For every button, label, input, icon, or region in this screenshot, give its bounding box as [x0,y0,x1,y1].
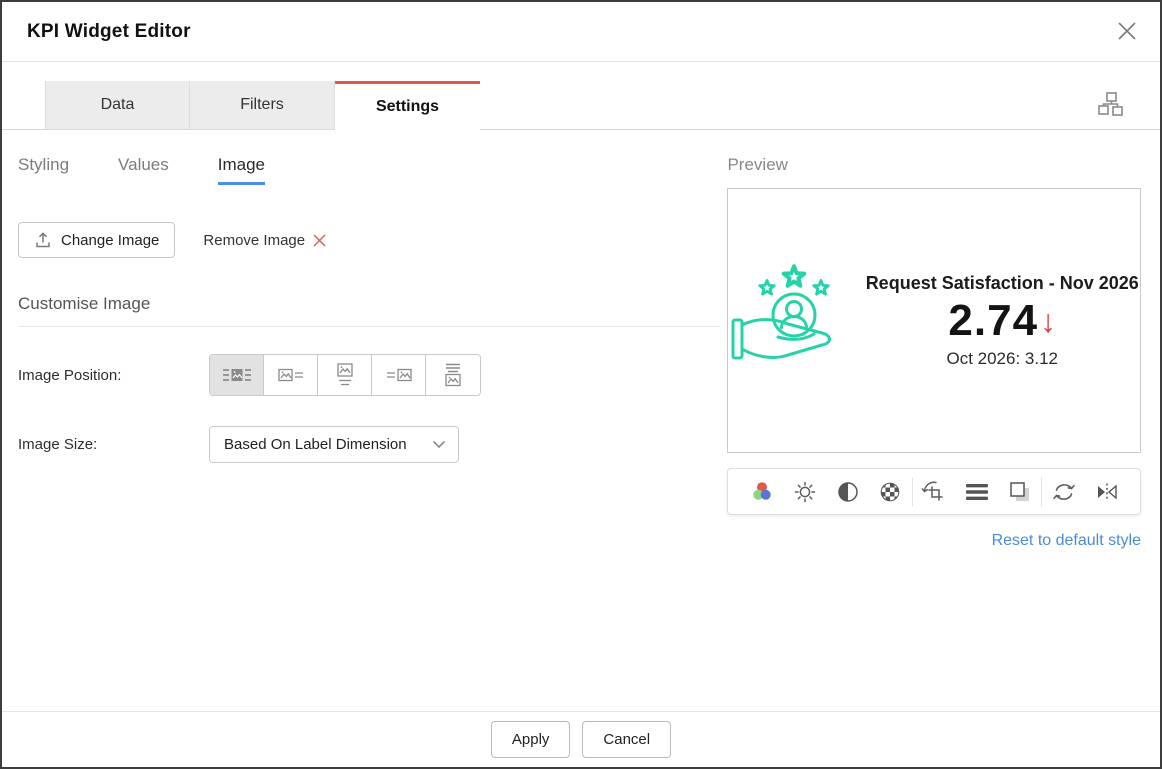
settings-subtabs: Styling Values Image [18,155,727,185]
remove-x-icon [312,233,327,248]
position-image-left-text-right[interactable] [264,355,318,395]
kpi-previous-value: Oct 2026: 3.12 [946,348,1058,368]
kpi-text-block: Request Satisfaction - Nov 2026 2.74 ↓ O… [866,273,1139,369]
subtab-image[interactable]: Image [217,155,265,185]
reset-to-default-style-link[interactable]: Reset to default style [727,532,1141,550]
main-tab-bar: Data Filters Settings [2,81,1160,130]
dialog-header: KPI Widget Editor [2,2,1160,62]
contrast-icon[interactable] [826,480,869,504]
chevron-down-icon [432,440,446,449]
customise-image-heading: Customise Image [18,294,720,327]
change-image-button[interactable]: Change Image [18,222,176,258]
tab-filters[interactable]: Filters [190,81,335,129]
subtab-values[interactable]: Values [118,155,169,185]
image-position-row: Image Position: [18,354,727,396]
texture-icon[interactable] [869,480,912,504]
image-size-row: Image Size: Based On Label Dimension [18,426,727,463]
remove-image-button[interactable]: Remove Image [203,232,327,249]
subtab-styling[interactable]: Styling [18,155,69,185]
preview-label: Preview [727,155,788,174]
position-image-top-text-bottom[interactable] [318,355,372,395]
brightness-icon[interactable] [783,480,826,504]
settings-panel: Styling Values Image Change Image Remove… [2,130,727,550]
kpi-widget-editor-dialog: KPI Widget Editor Data Filters Settings … [0,0,1162,769]
image-edit-toolbar [727,468,1141,515]
line-thickness-icon[interactable] [956,481,999,503]
remove-image-label: Remove Image [203,231,306,249]
preview-panel: Preview Request Satisfaction - Nov 2026 … [727,130,1160,550]
close-icon[interactable] [1114,18,1140,44]
upload-icon [34,231,52,249]
reset-sync-icon[interactable] [1042,480,1085,504]
dialog-footer: Apply Cancel [2,711,1160,767]
sitemap-icon[interactable] [1097,91,1124,117]
dialog-content: Styling Values Image Change Image Remove… [2,130,1160,550]
kpi-value: 2.74 [948,295,1039,345]
tab-data[interactable]: Data [45,81,190,129]
cancel-button[interactable]: Cancel [582,721,672,758]
kpi-widget: Request Satisfaction - Nov 2026 2.74 ↓ O… [730,263,1139,379]
image-size-value: Based On Label Dimension [224,436,407,453]
trend-down-arrow-icon: ↓ [1040,302,1057,339]
shadow-icon[interactable] [999,479,1042,505]
dialog-title: KPI Widget Editor [27,20,191,42]
color-adjust-icon[interactable] [740,480,783,504]
crop-rotate-icon[interactable] [913,479,956,505]
image-position-group [209,354,481,396]
change-image-label: Change Image [61,231,160,249]
kpi-preview-card: Request Satisfaction - Nov 2026 2.74 ↓ O… [727,188,1141,453]
image-position-label: Image Position: [18,366,122,384]
satisfaction-hand-stars-icon [730,263,858,379]
image-actions-row: Change Image Remove Image [18,222,727,258]
kpi-value-row: 2.74 ↓ [866,296,1139,346]
image-size-dropdown[interactable]: Based On Label Dimension [209,426,459,463]
kpi-title: Request Satisfaction - Nov 2026 [865,272,1139,293]
flip-horizontal-icon[interactable] [1085,480,1128,504]
position-text-top-image-bottom[interactable] [426,355,480,395]
position-text-left-image-right[interactable] [372,355,426,395]
tab-settings[interactable]: Settings [335,81,480,130]
apply-button[interactable]: Apply [490,721,571,758]
position-image-center-text-sides[interactable] [210,355,264,395]
image-size-label: Image Size: [18,436,98,453]
